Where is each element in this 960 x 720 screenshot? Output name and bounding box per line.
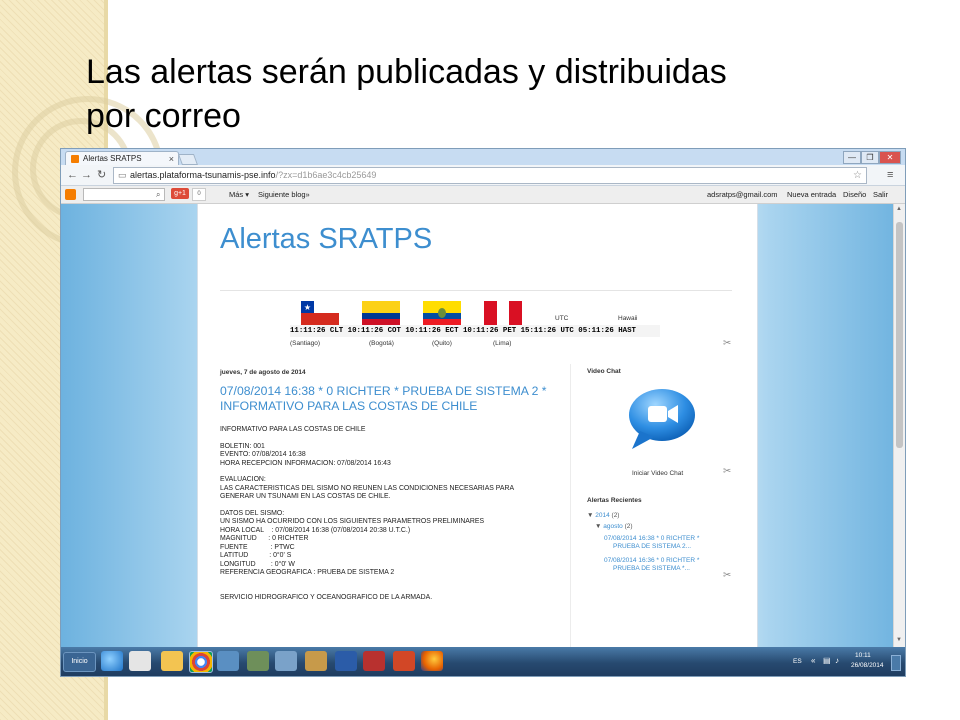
svg-text:★: ★ — [304, 303, 311, 312]
volume-icon[interactable]: ♪ — [835, 657, 839, 665]
post-title[interactable]: 07/08/2014 16:38 * 0 RICHTER * PRUEBA DE… — [220, 384, 560, 414]
edit-gadget-icon[interactable]: ✂ — [723, 570, 731, 581]
recent-alerts-heading: Alertas Recientes — [587, 497, 642, 504]
peru-flag-icon — [484, 301, 522, 325]
clock-time[interactable]: 10:11 — [855, 652, 871, 660]
archive-year[interactable]: ▼ 2014 (2) — [587, 512, 619, 520]
chrome-menu-icon[interactable]: ≡ — [887, 167, 893, 183]
archive-post-link[interactable]: 07/08/2014 16:38 * 0 RICHTER * PRUEBA DE… — [604, 535, 699, 551]
blog-content: Alertas SRATPS ★ UTC Hawaii 11:11:26 CLT… — [197, 204, 758, 647]
world-clock: 11:11:26 CLT 10:11:26 COT 10:11:26 ECT 1… — [290, 325, 660, 337]
archive-year-count: (2) — [611, 512, 620, 519]
url-query: /?zx=d1b6ae3c4cb25649 — [275, 170, 377, 180]
archive-year-label[interactable]: 2014 — [595, 512, 609, 519]
sidebar-divider — [570, 364, 571, 647]
page-icon: ▭ — [118, 170, 127, 180]
minimize-button[interactable]: — — [843, 151, 861, 164]
thunderbird-icon[interactable] — [217, 651, 239, 671]
language-indicator[interactable]: ES — [793, 658, 802, 666]
acrobat-icon[interactable] — [363, 651, 385, 671]
next-blog-link[interactable]: Siguiente blog» — [258, 186, 310, 203]
windows-taskbar: Inicio ES « ▤ ♪ 10:11 26/08/2014 — [61, 647, 905, 676]
network-app-icon[interactable] — [275, 651, 297, 671]
video-chat-icon[interactable] — [626, 387, 696, 451]
address-url: alertas.plataforma-tsunamis-pse.info/?zx… — [130, 168, 376, 183]
scrollbar-thumb[interactable] — [896, 222, 903, 448]
scroll-down-icon[interactable]: ▼ — [896, 637, 902, 643]
city-santiago: (Santiago) — [290, 340, 320, 347]
slide-title-line1: Las alertas serán publicadas y distribui… — [86, 53, 727, 91]
show-desktop-button[interactable] — [891, 655, 901, 671]
design-link[interactable]: Diseño — [843, 186, 866, 203]
video-chat-heading: Video Chat — [587, 368, 621, 375]
reload-icon[interactable]: ↻ — [97, 167, 106, 183]
browser-screenshot: Alertas SRATPS × — ❐ ✕ ← → ↻ ▭ alertas.p… — [60, 148, 906, 677]
archive-toggle-icon[interactable]: ▼ — [587, 512, 595, 519]
divider — [220, 290, 732, 291]
scroll-up-icon[interactable]: ▲ — [896, 206, 902, 212]
chrome-icon[interactable] — [189, 651, 213, 673]
colombia-flag-icon — [362, 301, 400, 325]
maximize-button[interactable]: ❐ — [861, 151, 879, 164]
hawaii-label: Hawaii — [618, 315, 638, 322]
forward-arrow-icon[interactable]: → — [81, 167, 92, 183]
powerpoint-icon[interactable] — [393, 651, 415, 671]
city-quito: (Quito) — [432, 340, 452, 347]
edit-gadget-icon[interactable]: ✂ — [723, 338, 731, 349]
browser-tab[interactable]: Alertas SRATPS × — [65, 151, 179, 166]
ie-icon[interactable] — [101, 651, 123, 671]
address-bar[interactable]: ▭ alertas.plataforma-tsunamis-pse.info/?… — [113, 167, 867, 184]
edit-gadget-icon[interactable]: ✂ — [723, 466, 731, 477]
city-lima: (Lima) — [493, 340, 512, 347]
post-date: jueves, 7 de agosto de 2014 — [220, 369, 306, 376]
browser-titlebar: Alertas SRATPS × — ❐ ✕ — [61, 149, 905, 166]
sign-out-link[interactable]: Salir — [873, 186, 888, 203]
ecuador-flag-icon — [423, 301, 461, 325]
archive-month[interactable]: ▼ agosto (2) — [595, 523, 633, 531]
start-video-chat-link[interactable]: Iniciar Video Chat — [632, 470, 683, 477]
city-bogota: (Bogotá) — [369, 340, 394, 347]
gplus-count: 0 — [192, 188, 206, 201]
tab-title: Alertas SRATPS — [83, 154, 142, 163]
firefox-icon[interactable] — [421, 651, 443, 671]
chile-flag-icon: ★ — [301, 301, 339, 325]
tray-arrow-icon[interactable]: « — [811, 657, 815, 665]
back-arrow-icon[interactable]: ← — [67, 167, 78, 183]
blog-title[interactable]: Alertas SRATPS — [220, 222, 432, 256]
system-tray: ES « ▤ ♪ 10:11 26/08/2014 — [787, 651, 903, 672]
user-email: adsratps@gmail.com — [707, 190, 778, 199]
more-menu[interactable]: Más ▾ — [229, 186, 249, 203]
blogger-favicon-icon — [71, 155, 79, 163]
archive-month-label[interactable]: agosto — [603, 523, 623, 530]
bookmark-star-icon[interactable]: ☆ — [853, 168, 862, 183]
post-body: INFORMATIVO PARA LAS COSTAS DE CHILE BOL… — [220, 426, 515, 602]
gplus-button[interactable]: g+1 — [171, 188, 189, 199]
vertical-scrollbar[interactable]: ▲ ▼ — [893, 204, 905, 647]
clock-date[interactable]: 26/08/2014 — [851, 662, 884, 670]
new-tab-button[interactable] — [177, 154, 199, 165]
media-player-icon[interactable] — [129, 651, 151, 671]
address-toolbar: ← → ↻ ▭ alertas.plataforma-tsunamis-pse.… — [61, 165, 905, 186]
slide-title-line2: por correo — [86, 97, 241, 135]
archive-post-link[interactable]: 07/08/2014 16:36 * 0 RICHTER * PRUEBA DE… — [604, 557, 699, 573]
utc-label: UTC — [555, 315, 569, 322]
tab-close-icon[interactable]: × — [169, 152, 174, 166]
app-icon[interactable] — [305, 651, 327, 671]
url-host: alertas.plataforma-tsunamis-pse.info — [130, 170, 276, 180]
archive-month-count: (2) — [624, 523, 633, 530]
slide-title: Las alertas serán publicadas y distribui… — [86, 50, 916, 138]
blogger-navbar: ⌕ g+1 0 Más ▾ Siguiente blog» adsratps@g… — [61, 186, 905, 204]
new-post-link[interactable]: Nueva entrada — [787, 186, 836, 203]
folder-icon[interactable] — [161, 651, 183, 671]
close-window-button[interactable]: ✕ — [879, 151, 901, 164]
app-icon[interactable] — [247, 651, 269, 671]
archive-toggle-icon[interactable]: ▼ — [595, 523, 603, 530]
start-button[interactable]: Inicio — [63, 652, 96, 672]
blogger-logo-icon[interactable] — [65, 189, 76, 200]
blog-search-input[interactable] — [83, 188, 165, 201]
word-icon[interactable] — [335, 651, 357, 671]
search-icon[interactable]: ⌕ — [156, 186, 160, 203]
network-icon[interactable]: ▤ — [823, 657, 831, 665]
